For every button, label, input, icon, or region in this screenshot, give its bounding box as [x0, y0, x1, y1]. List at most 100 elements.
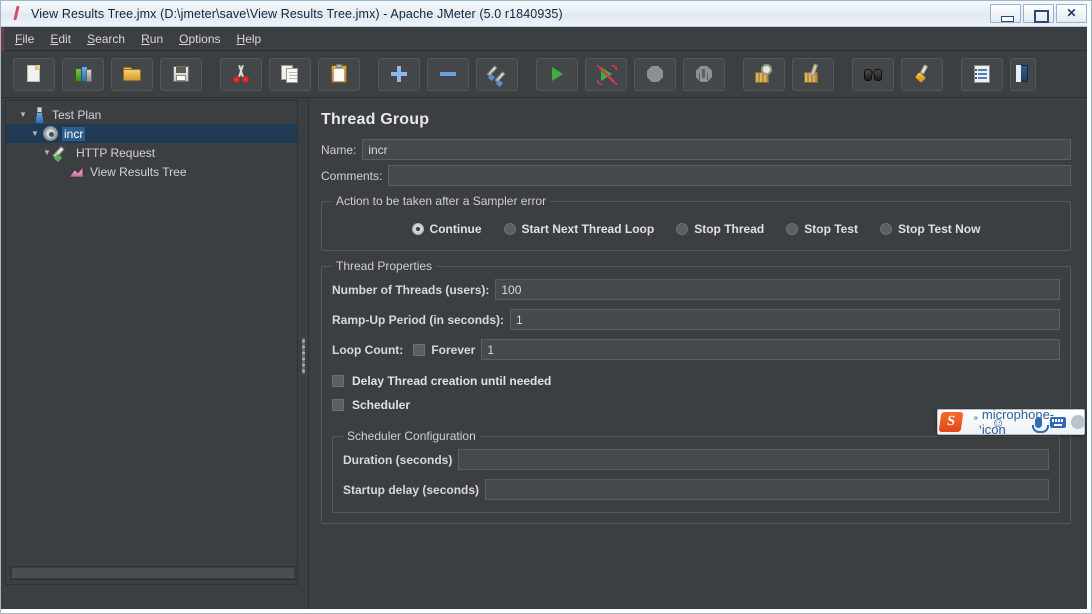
- radio-start-next-thread-loop[interactable]: Start Next Thread Loop: [503, 222, 654, 236]
- radio-indicator[interactable]: [411, 223, 424, 235]
- radio-stop-thread[interactable]: Stop Thread: [676, 222, 764, 236]
- radio-stop-test[interactable]: Stop Test: [786, 222, 858, 236]
- menu-file[interactable]: File: [7, 29, 42, 49]
- help-button[interactable]: [1010, 57, 1036, 91]
- forever-checkbox[interactable]: [413, 343, 426, 356]
- binoculars-icon: [862, 63, 884, 85]
- scheduler-label: Scheduler: [352, 398, 411, 412]
- tree-node-http-request[interactable]: ▼ HTTP Request: [6, 143, 297, 163]
- window-bottom-edge: [1, 609, 1091, 613]
- delay-thread-row[interactable]: Delay Thread creation until needed: [332, 369, 1060, 393]
- minimize-button[interactable]: [990, 4, 1021, 23]
- delay-thread-checkbox[interactable]: [332, 375, 344, 387]
- clear-button[interactable]: [743, 57, 785, 91]
- test-plan-tree-pane: ▼ Test Plan ▼ incr ▼ HTTP Request View R…: [5, 100, 298, 585]
- delay-thread-label: Delay Thread creation until needed: [352, 374, 552, 388]
- tree-node-incr[interactable]: ▼ incr: [6, 124, 297, 143]
- menu-bar: File Edit Search Run Options Help: [1, 27, 1091, 51]
- comments-input[interactable]: [388, 165, 1071, 186]
- shutdown-octagon-icon: [693, 63, 715, 85]
- shutdown-button[interactable]: [683, 57, 725, 91]
- toggle-pencils-icon: [486, 63, 508, 88]
- paste-clipboard-icon: [328, 63, 350, 85]
- collapse-all-button[interactable]: [427, 57, 469, 91]
- ime-emoji-button[interactable]: microphone-icon: [982, 407, 1054, 437]
- pane-splitter[interactable]: [299, 100, 308, 585]
- templates-books-icon: [72, 63, 94, 85]
- search-button[interactable]: [852, 57, 894, 91]
- menu-search[interactable]: Search: [79, 29, 133, 49]
- thread-properties-group: Thread Properties Number of Threads (use…: [321, 259, 1071, 524]
- reset-search-button[interactable]: [901, 57, 943, 91]
- maximize-button[interactable]: [1023, 4, 1054, 23]
- ramp-up-input[interactable]: [510, 309, 1060, 330]
- tree-label: Test Plan: [52, 107, 102, 122]
- name-input[interactable]: [362, 139, 1071, 160]
- radio-indicator[interactable]: [880, 223, 893, 235]
- page-title: Thread Group: [321, 111, 430, 128]
- stop-button[interactable]: [634, 57, 676, 91]
- radio-continue[interactable]: Continue: [411, 222, 482, 236]
- menu-options[interactable]: Options: [171, 29, 228, 49]
- loop-count-row: Loop Count: Forever: [332, 339, 1060, 360]
- radio-indicator[interactable]: [786, 223, 799, 235]
- start-no-pauses-button[interactable]: [585, 57, 627, 91]
- keyboard-icon: [1050, 416, 1066, 428]
- thread-group-form: Name: Comments: Action to be taken after…: [309, 129, 1083, 524]
- save-button[interactable]: [160, 57, 202, 91]
- chevron-down-icon[interactable]: ▼: [28, 129, 42, 138]
- title-bar: View Results Tree.jmx (D:\jmeter\save\Vi…: [1, 1, 1091, 27]
- jmeter-window: View Results Tree.jmx (D:\jmeter\save\Vi…: [0, 0, 1092, 614]
- stop-octagon-icon: [644, 63, 666, 85]
- tree-horizontal-scrollbar[interactable]: [10, 566, 297, 580]
- play-green-icon: [546, 63, 568, 85]
- scheduler-checkbox[interactable]: [332, 399, 344, 411]
- tree-node-test-plan[interactable]: ▼ Test Plan: [6, 105, 297, 124]
- radio-label: Continue: [429, 222, 482, 236]
- sogou-logo-icon[interactable]: S: [938, 412, 964, 432]
- scrollbar-thumb[interactable]: [12, 568, 294, 578]
- sampler-error-group: Action to be taken after a Sampler error…: [321, 194, 1071, 251]
- microphone-icon: [1031, 416, 1049, 433]
- ime-user-button[interactable]: [1068, 412, 1088, 432]
- start-button[interactable]: [536, 57, 578, 91]
- function-helper-button[interactable]: [961, 57, 1003, 91]
- menu-help[interactable]: Help: [229, 29, 270, 49]
- splitter-grip-icon[interactable]: [301, 338, 306, 374]
- loop-count-input[interactable]: [481, 339, 1060, 360]
- open-button[interactable]: [111, 57, 153, 91]
- ime-keyboard-button[interactable]: [1048, 412, 1068, 432]
- cut-button[interactable]: [220, 57, 262, 91]
- menu-run[interactable]: Run: [133, 29, 171, 49]
- startup-delay-input[interactable]: [485, 479, 1049, 500]
- scheduler-config-legend: Scheduler Configuration: [347, 429, 476, 443]
- radio-stop-test-now[interactable]: Stop Test Now: [880, 222, 980, 236]
- num-threads-input[interactable]: [495, 279, 1060, 300]
- close-button[interactable]: [1056, 4, 1087, 23]
- function-list-icon: [971, 63, 993, 85]
- thread-group-panel: Thread Group Name: Comments: Action to b…: [308, 98, 1083, 613]
- templates-button[interactable]: [62, 57, 104, 91]
- expand-all-button[interactable]: [378, 57, 420, 91]
- chevron-down-icon[interactable]: ▼: [16, 110, 30, 119]
- play-no-pauses-icon: [595, 63, 617, 85]
- paste-button[interactable]: [318, 57, 360, 91]
- test-plan-flask-icon: [30, 106, 47, 123]
- ramp-up-row: Ramp-Up Period (in seconds):: [332, 309, 1060, 330]
- new-button[interactable]: [13, 57, 55, 91]
- sogou-input-method-bar[interactable]: S ˚, ☺ microphone-icon: [937, 407, 1088, 437]
- plus-icon: [388, 63, 410, 85]
- radio-indicator[interactable]: [676, 223, 689, 235]
- tree-label: View Results Tree: [90, 164, 187, 179]
- toggle-button[interactable]: [476, 57, 518, 91]
- startup-delay-row: Startup delay (seconds): [343, 479, 1049, 500]
- menu-edit[interactable]: Edit: [42, 29, 79, 49]
- clear-all-button[interactable]: [792, 57, 834, 91]
- copy-button[interactable]: [269, 57, 311, 91]
- ime-voice-button[interactable]: [1028, 412, 1049, 433]
- tree-node-view-results-tree[interactable]: View Results Tree: [6, 162, 297, 181]
- view-results-tree-chart-icon: [68, 163, 85, 180]
- radio-indicator[interactable]: [503, 223, 516, 235]
- num-threads-label: Number of Threads (users):: [332, 282, 490, 297]
- duration-input[interactable]: [458, 449, 1049, 470]
